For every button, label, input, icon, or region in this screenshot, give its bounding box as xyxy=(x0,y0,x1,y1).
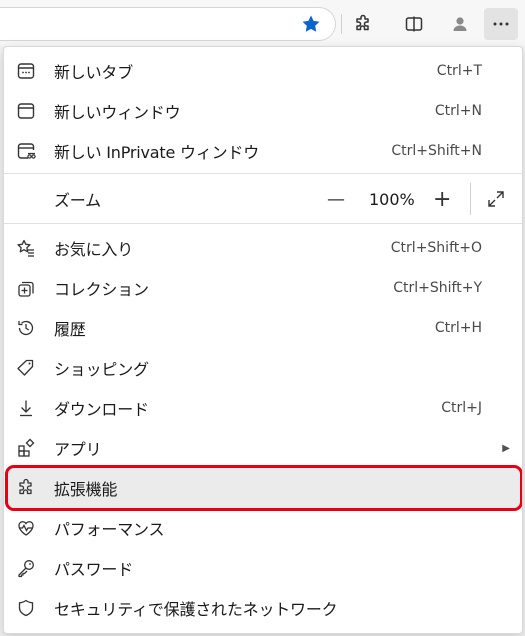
menu-item-passwords[interactable]: パスワード xyxy=(4,548,522,588)
menu-item-collections[interactable]: コレクション Ctrl+Shift+Y xyxy=(4,268,522,308)
menu-item-apps[interactable]: アプリ ▶ xyxy=(4,428,522,468)
menu-item-label: 新しいタブ xyxy=(54,63,134,82)
shortcut-text: Ctrl+Shift+N xyxy=(391,143,482,159)
menu-item-label: 新しいウィンドウ xyxy=(54,103,181,122)
menu-item-shopping[interactable]: ショッピング xyxy=(4,348,522,388)
shortcut-text: Ctrl+H xyxy=(434,320,482,336)
window-icon xyxy=(16,101,36,121)
menu-item-label: お気に入り xyxy=(54,240,134,259)
history-icon xyxy=(16,318,36,338)
shortcut-text: Ctrl+T xyxy=(436,63,482,79)
shopping-tag-icon xyxy=(16,358,36,378)
zoom-in-button[interactable]: + xyxy=(433,187,451,212)
ellipsis-icon xyxy=(493,22,509,26)
favorite-star-button[interactable] xyxy=(294,8,328,40)
key-icon xyxy=(16,558,36,578)
menu-item-label: ダウンロード xyxy=(54,400,149,419)
menu-divider xyxy=(4,173,522,174)
menu-item-label: セキュリティで保護されたネットワーク xyxy=(54,600,338,619)
shield-icon xyxy=(16,598,36,618)
zoom-level: 100% xyxy=(369,189,415,209)
menu-item-label: アプリ xyxy=(54,440,102,459)
menu-item-new-inprivate-window[interactable]: 新しい InPrivate ウィンドウ Ctrl+Shift+N xyxy=(4,131,522,171)
menu-item-label: パスワード xyxy=(54,560,134,579)
menu-item-downloads[interactable]: ダウンロード Ctrl+J xyxy=(4,388,522,428)
menu-item-label: 履歴 xyxy=(54,320,86,339)
menu-item-new-window[interactable]: 新しいウィンドウ Ctrl+N xyxy=(4,91,522,131)
menu-item-zoom: ズーム — 100% + xyxy=(4,178,522,220)
address-bar[interactable] xyxy=(0,7,336,41)
menu-item-performance[interactable]: パフォーマンス xyxy=(4,508,522,548)
shortcut-text: Ctrl+Shift+O xyxy=(390,240,482,256)
profile-button[interactable] xyxy=(443,8,477,40)
menu-item-history[interactable]: 履歴 Ctrl+H xyxy=(4,308,522,348)
zoom-out-button[interactable]: — xyxy=(327,189,345,210)
split-screen-icon xyxy=(405,16,423,32)
settings-menu: 新しいタブ Ctrl+T 新しいウィンドウ Ctrl+N 新しい InPriva… xyxy=(3,46,523,634)
split-screen-button[interactable] xyxy=(397,8,431,40)
settings-and-more-button[interactable] xyxy=(484,8,518,40)
fullscreen-icon[interactable] xyxy=(486,189,506,209)
collections-icon xyxy=(16,278,36,298)
star-icon xyxy=(302,15,320,32)
shortcut-text: Ctrl+N xyxy=(434,103,482,119)
inprivate-icon xyxy=(16,141,36,161)
extensions-toolbar-button[interactable] xyxy=(346,8,380,40)
shortcut-text: Ctrl+Shift+Y xyxy=(393,280,482,296)
download-icon xyxy=(16,398,36,418)
menu-item-label: コレクション xyxy=(54,280,149,299)
puzzle-icon xyxy=(16,478,36,498)
zoom-label: ズーム xyxy=(54,191,101,210)
menu-item-label: 拡張機能 xyxy=(54,480,118,499)
shortcut-text: Ctrl+J xyxy=(441,400,482,416)
submenu-arrow-icon: ▶ xyxy=(502,442,510,454)
zoom-separator xyxy=(470,183,471,215)
menu-divider xyxy=(4,223,522,224)
puzzle-icon xyxy=(356,14,369,31)
menu-item-new-tab[interactable]: 新しいタブ Ctrl+T xyxy=(4,51,522,91)
menu-item-label: 新しい InPrivate ウィンドウ xyxy=(54,143,260,162)
menu-item-label: ショッピング xyxy=(54,360,149,379)
toolbar-separator xyxy=(341,14,342,34)
menu-item-secure-network[interactable]: セキュリティで保護されたネットワーク xyxy=(4,588,522,628)
new-tab-icon xyxy=(16,61,36,81)
heartbeat-icon xyxy=(16,518,36,538)
menu-item-extensions[interactable]: 拡張機能 xyxy=(5,465,522,511)
favorites-icon xyxy=(16,238,36,258)
profile-avatar-icon xyxy=(453,17,467,31)
menu-item-label: パフォーマンス xyxy=(54,520,165,539)
apps-icon xyxy=(16,438,36,458)
menu-item-favorites[interactable]: お気に入り Ctrl+Shift+O xyxy=(4,228,522,268)
browser-toolbar xyxy=(0,0,525,46)
